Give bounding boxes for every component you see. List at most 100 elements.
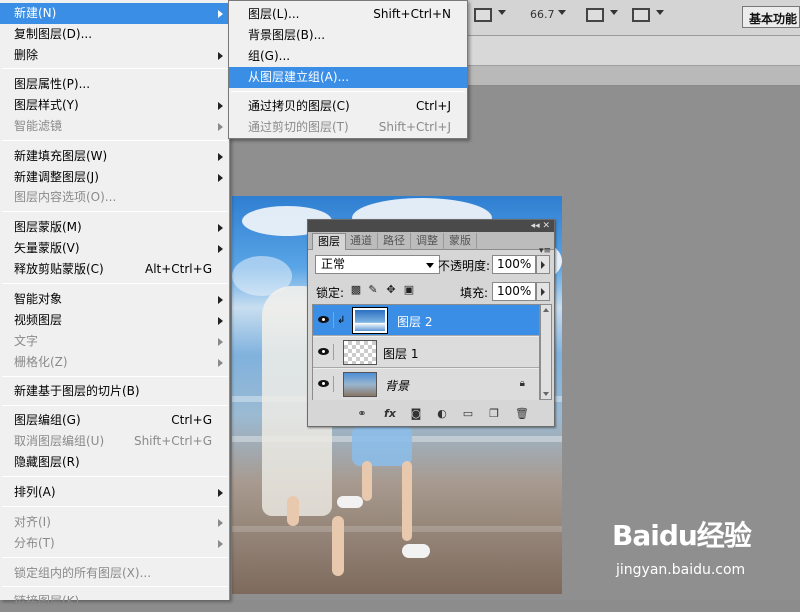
menu-item-smart-object[interactable]: 智能对象 <box>0 289 230 310</box>
menu-item-new-adjustment-layer[interactable]: 新建调整图层(J) <box>0 167 230 188</box>
fill-field[interactable]: 100% <box>492 282 536 301</box>
visibility-eye-icon[interactable] <box>316 344 334 360</box>
chevron-down-icon[interactable] <box>498 10 506 15</box>
watermark-url: jingyan.baidu.com <box>616 562 746 578</box>
submenu-item-background-layer[interactable]: 背景图层(B)... <box>229 25 467 46</box>
menu-item-group-layers[interactable]: 图层编组(G) Ctrl+G <box>0 410 230 431</box>
menu-item-hide-layers[interactable]: 隐藏图层(R) <box>0 452 230 473</box>
menu-item-label: 新建基于图层的切片(B) <box>14 384 140 398</box>
menu-item-smart-filter[interactable]: 智能滤镜 <box>0 116 230 137</box>
menu-item-new-layer-based-slice[interactable]: 新建基于图层的切片(B) <box>0 381 230 402</box>
new-layer-icon[interactable]: ❐ <box>486 407 502 421</box>
menu-item-release-clipping-mask[interactable]: 释放剪贴蒙版(C) Alt+Ctrl+G <box>0 259 230 280</box>
menu-item-label: 新建调整图层(J) <box>14 170 99 184</box>
menu-item-type[interactable]: 文字 <box>0 331 230 352</box>
menu-item-vector-mask[interactable]: 矢量蒙版(V) <box>0 238 230 259</box>
lock-image-icon[interactable]: ✎ <box>367 284 379 296</box>
layer-row[interactable]: ↲ 图层 2 <box>313 305 539 336</box>
screen-layout-icon[interactable] <box>632 8 650 22</box>
lock-position-icon[interactable]: ✥ <box>385 284 397 296</box>
menu-item-shortcut: Shift+Ctrl+J <box>378 120 451 134</box>
submenu-arrow-icon <box>218 52 223 60</box>
menu-item-new-fill-layer[interactable]: 新建填充图层(W) <box>0 146 230 167</box>
menu-item-ungroup-layers[interactable]: 取消图层编组(U) Shift+Ctrl+G <box>0 431 230 452</box>
submenu-arrow-icon <box>218 540 223 548</box>
opacity-slider-button[interactable] <box>536 255 550 274</box>
menu-item-arrange[interactable]: 排列(A) <box>0 482 230 503</box>
layer-thumbnail <box>352 307 388 334</box>
screen-mode-icon[interactable] <box>474 8 492 22</box>
lock-transparency-icon[interactable]: ▩ <box>350 284 362 296</box>
workspace-button[interactable]: 基本功能 <box>742 6 800 28</box>
submenu-arrow-icon <box>218 224 223 232</box>
submenu-arrow-icon <box>218 10 223 18</box>
submenu-arrow-icon <box>218 123 223 131</box>
submenu-item-layer[interactable]: 图层(L)... Shift+Ctrl+N <box>229 4 467 25</box>
submenu-item-layer-via-copy[interactable]: 通过拷贝的图层(C) Ctrl+J <box>229 96 467 117</box>
zoom-value[interactable]: 66.7 <box>530 8 555 21</box>
scroll-down-icon[interactable] <box>543 392 549 396</box>
menu-item-label: 链接图层(K) <box>14 594 80 608</box>
trash-icon[interactable]: 🗑︎ <box>514 407 530 421</box>
menu-separator <box>2 405 228 406</box>
menu-item-video-layer[interactable]: 视频图层 <box>0 310 230 331</box>
tab-masks[interactable]: 蒙版 <box>444 233 477 250</box>
layers-scrollbar[interactable] <box>540 304 552 400</box>
fill-slider-button[interactable] <box>536 282 550 301</box>
menu-item-label: 排列(A) <box>14 485 56 499</box>
tab-channels[interactable]: 通道 <box>345 233 378 250</box>
menu-item-rasterize[interactable]: 栅格化(Z) <box>0 352 230 373</box>
menu-item-layer-content-options[interactable]: 图层内容选项(O)... <box>0 187 230 208</box>
tab-paths[interactable]: 路径 <box>378 233 411 250</box>
menu-separator <box>2 376 228 377</box>
menu-item-label: 图层蒙版(M) <box>14 220 82 234</box>
chevron-down-icon[interactable] <box>610 10 618 15</box>
collapse-icon[interactable]: ◂◂ ✕ <box>531 221 550 231</box>
layer-thumbnail <box>343 372 377 397</box>
menu-item-shortcut: Ctrl+G <box>171 413 212 427</box>
menu-item-layer-style[interactable]: 图层样式(Y) <box>0 95 230 116</box>
menu-item-label: 图层属性(P)... <box>14 77 91 91</box>
tab-layers[interactable]: 图层 <box>312 233 346 250</box>
layer-style-fx-icon[interactable]: fx <box>382 407 398 421</box>
blend-mode-select[interactable]: 正常 <box>315 255 440 274</box>
menu-item-duplicate-layer[interactable]: 复制图层(D)... <box>0 24 230 45</box>
menu-separator <box>2 68 228 69</box>
menu-item-link-layers[interactable]: 链接图层(K) <box>0 591 230 612</box>
layer-name[interactable]: 图层 1 <box>383 345 418 362</box>
menu-item-layer-properties[interactable]: 图层属性(P)... <box>0 74 230 95</box>
submenu-item-group[interactable]: 组(G)... <box>229 46 467 67</box>
lock-all-icon[interactable]: ▣ <box>403 284 415 296</box>
layer-name[interactable]: 背景 <box>385 377 409 394</box>
submenu-item-group-from-layers[interactable]: 从图层建立组(A)... <box>229 67 467 88</box>
panel-title-bar[interactable]: ◂◂ ✕ <box>308 220 554 232</box>
menu-item-lock-all-layers-in-group[interactable]: 锁定组内的所有图层(X)... <box>0 563 230 584</box>
layer-name[interactable]: 图层 2 <box>397 313 432 330</box>
layer-row[interactable]: 背景 🔒︎ <box>313 369 539 400</box>
menu-separator <box>2 140 228 141</box>
scroll-up-icon[interactable] <box>543 308 549 312</box>
menu-item-shortcut: Shift+Ctrl+G <box>133 434 212 448</box>
menu-item-layer-mask[interactable]: 图层蒙版(M) <box>0 217 230 238</box>
arrange-documents-icon[interactable] <box>586 8 604 22</box>
submenu-arrow-icon <box>218 296 223 304</box>
link-layers-icon[interactable]: ⚭ <box>354 407 370 421</box>
opacity-label: 不透明度: <box>438 259 491 273</box>
add-mask-icon[interactable]: ◙ <box>408 407 424 421</box>
new-group-icon[interactable]: ▭ <box>460 407 476 421</box>
layer-row[interactable]: 图层 1 <box>313 337 539 368</box>
menu-item-new[interactable]: 新建(N) <box>0 3 230 24</box>
opacity-field[interactable]: 100% <box>492 255 536 274</box>
layers-list: ↲ 图层 2 图层 1 背景 🔒︎ <box>312 304 540 400</box>
visibility-eye-icon[interactable] <box>316 312 334 328</box>
tab-adjustments[interactable]: 调整 <box>411 233 444 250</box>
chevron-down-icon[interactable] <box>558 10 566 15</box>
submenu-item-layer-via-cut[interactable]: 通过剪切的图层(T) Shift+Ctrl+J <box>229 117 467 138</box>
chevron-down-icon[interactable] <box>656 10 664 15</box>
menu-item-distribute[interactable]: 分布(T) <box>0 533 230 554</box>
adjustment-layer-icon[interactable]: ◐ <box>434 407 450 421</box>
visibility-eye-icon[interactable] <box>316 376 334 392</box>
menu-item-delete[interactable]: 删除 <box>0 45 230 66</box>
menu-item-align[interactable]: 对齐(I) <box>0 512 230 533</box>
watermark-logo: Baidu经验 <box>612 519 752 552</box>
